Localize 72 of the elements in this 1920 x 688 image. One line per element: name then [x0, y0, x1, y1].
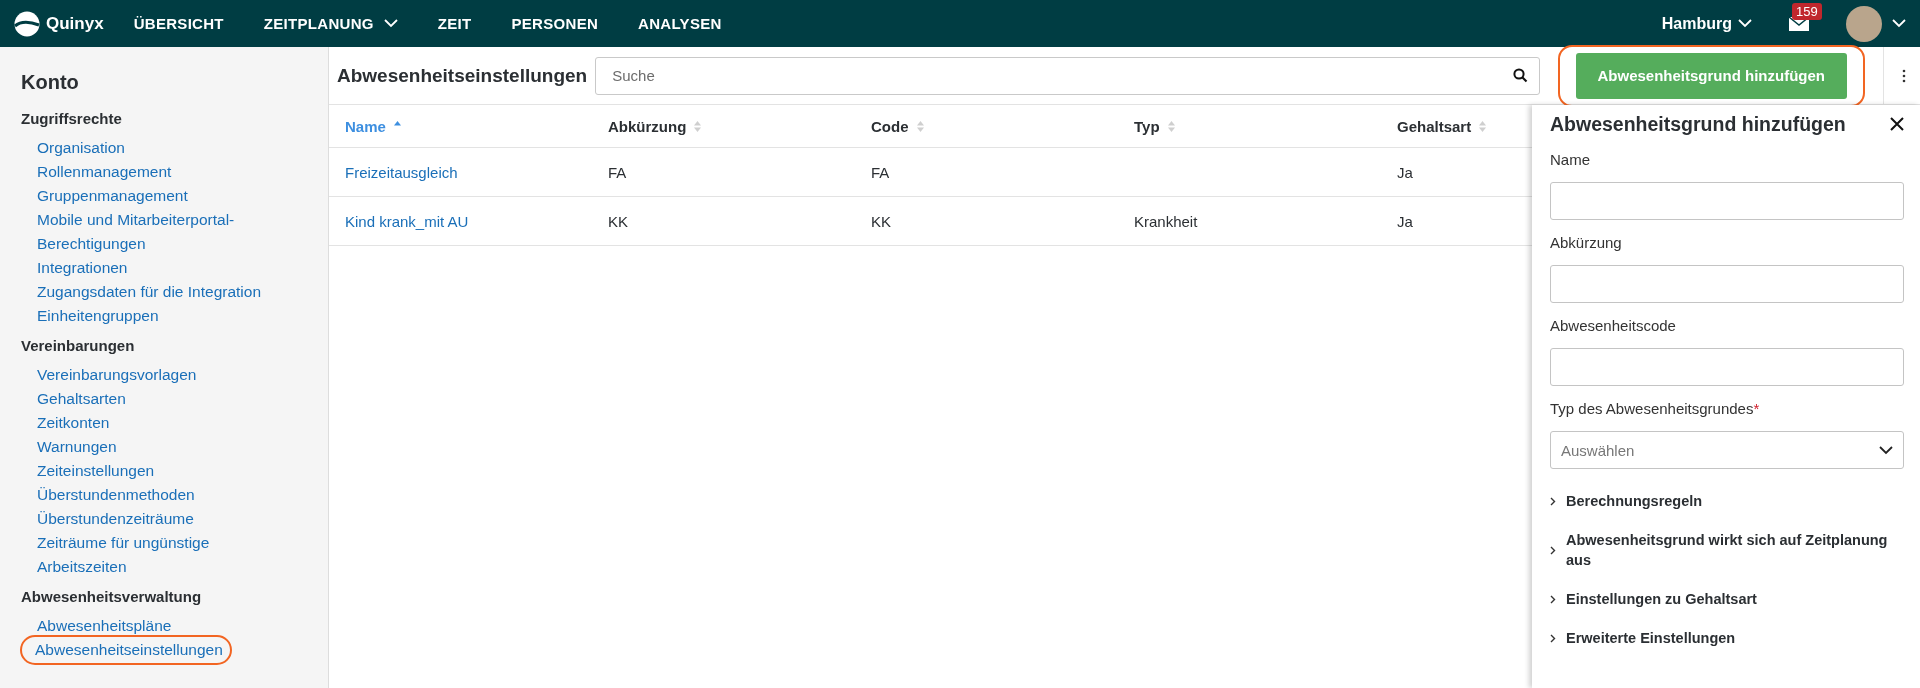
- table-cell: KK: [871, 212, 891, 230]
- section-toggle[interactable]: Berechnungsregeln: [1550, 491, 1904, 511]
- nav-link[interactable]: ZEITPLANUNG: [263, 15, 398, 32]
- section-toggle[interactable]: Erweiterte Einstellungen: [1550, 628, 1904, 648]
- sidebar-link[interactable]: Einheitengruppen: [37, 304, 159, 328]
- table-cell: KK: [608, 212, 628, 230]
- field-label: Name: [1550, 151, 1591, 168]
- table-cell: Ja: [1397, 212, 1413, 230]
- input-field[interactable]: [1550, 182, 1904, 220]
- column-header[interactable]: Abkürzung: [608, 117, 702, 135]
- search-icon[interactable]: [1512, 67, 1528, 83]
- sidebar-link[interactable]: Überstundenzeiträume: [37, 507, 194, 531]
- sidebar-link[interactable]: Abwesenheitseinstellungen: [23, 638, 229, 662]
- sidebar-link[interactable]: Zeiteinstellungen: [37, 459, 155, 483]
- sidebar-link[interactable]: Mobile und Mitarbeiterportal-Berechtigungen: [37, 208, 292, 256]
- sidebar-link[interactable]: Rollenmanagement: [37, 160, 172, 184]
- location-selector[interactable]: Hamburg: [1661, 14, 1752, 33]
- sidebar-link[interactable]: Zeiträume für ungünstige: [37, 531, 210, 555]
- select-field[interactable]: Auswählen: [1550, 431, 1904, 469]
- chevron-right-icon: [1550, 496, 1556, 506]
- notification-badge: 159: [1792, 2, 1822, 20]
- panel-title: Abwesenheitsgrund hinzufügen: [1550, 112, 1846, 136]
- nav-link[interactable]: ANALYSEN: [638, 15, 722, 32]
- sidebar-heading: Abwesenheitsverwaltung: [21, 588, 203, 605]
- input-field[interactable]: [1550, 348, 1904, 386]
- nav-link[interactable]: PERSONEN: [511, 15, 599, 32]
- chevron-down-icon: [1879, 445, 1893, 455]
- brand-name[interactable]: Quinyx: [46, 13, 104, 34]
- sidebar-link[interactable]: Gehaltsarten: [37, 387, 126, 411]
- chevron-right-icon: [1550, 545, 1556, 555]
- avatar[interactable]: [1846, 5, 1882, 42]
- name-link[interactable]: Freizeitausgleich: [345, 163, 458, 181]
- field-label: Abkürzung: [1550, 234, 1623, 251]
- sidebar-heading: Zugriffsrechte: [21, 110, 123, 127]
- sidebar-link[interactable]: Abwesenheitspläne: [37, 614, 172, 638]
- sidebar-link[interactable]: Warnungen: [37, 435, 117, 459]
- column-header[interactable]: Gehaltsart: [1397, 117, 1487, 135]
- table-cell: FA: [608, 163, 627, 181]
- sidebar-link[interactable]: Zugangsdaten für die Integration: [37, 280, 262, 304]
- table-cell: Ja: [1397, 163, 1413, 181]
- search-field[interactable]: Suche: [595, 56, 1540, 95]
- logo-icon: [14, 10, 40, 37]
- sidebar-title: Konto: [21, 71, 80, 94]
- more-icon[interactable]: [1902, 68, 1906, 83]
- column-header[interactable]: Code: [871, 117, 924, 135]
- chevron-down-icon: [1738, 19, 1752, 28]
- input-field[interactable]: [1550, 265, 1904, 303]
- column-header[interactable]: Typ: [1134, 117, 1175, 135]
- table-cell: FA: [871, 163, 890, 181]
- chevron-right-icon: [1550, 594, 1556, 604]
- page-title: Abwesenheitseinstellungen: [337, 64, 588, 87]
- sidebar-heading: Vereinbarungen: [21, 337, 136, 354]
- close-icon[interactable]: [1890, 117, 1904, 131]
- table-cell: Krankheit: [1134, 212, 1198, 230]
- section-toggle[interactable]: Abwesenheitsgrund wirkt sich auf Zeitplanung aus: [1550, 530, 1904, 570]
- field-label: Abwesenheitscode: [1550, 317, 1677, 334]
- sidebar-link[interactable]: Arbeitszeiten: [37, 555, 127, 579]
- field-label: Typ des Abwesenheitsgrundes*: [1550, 400, 1761, 417]
- name-link[interactable]: Kind krank_mit AU: [345, 212, 469, 230]
- sidebar-link[interactable]: Organisation: [37, 136, 125, 160]
- chevron-right-icon: [1550, 633, 1556, 643]
- add-reason-button[interactable]: Abwesenheitsgrund hinzufügen: [1575, 52, 1847, 99]
- sidebar-link[interactable]: Gruppenmanagement: [37, 184, 188, 208]
- column-header[interactable]: Name: [345, 117, 401, 135]
- nav-link[interactable]: ÜBERSICHT: [133, 15, 224, 32]
- chevron-down-icon[interactable]: [1892, 19, 1906, 28]
- sidebar-link[interactable]: Zeitkonten: [37, 411, 110, 435]
- section-toggle[interactable]: Einstellungen zu Gehaltsart: [1550, 589, 1904, 609]
- sidebar-link[interactable]: Vereinbarungsvorlagen: [37, 363, 197, 387]
- nav-link[interactable]: ZEIT: [437, 15, 472, 32]
- sidebar-link[interactable]: Überstundenmethoden: [37, 483, 195, 507]
- sidebar-link[interactable]: Integrationen: [37, 256, 128, 280]
